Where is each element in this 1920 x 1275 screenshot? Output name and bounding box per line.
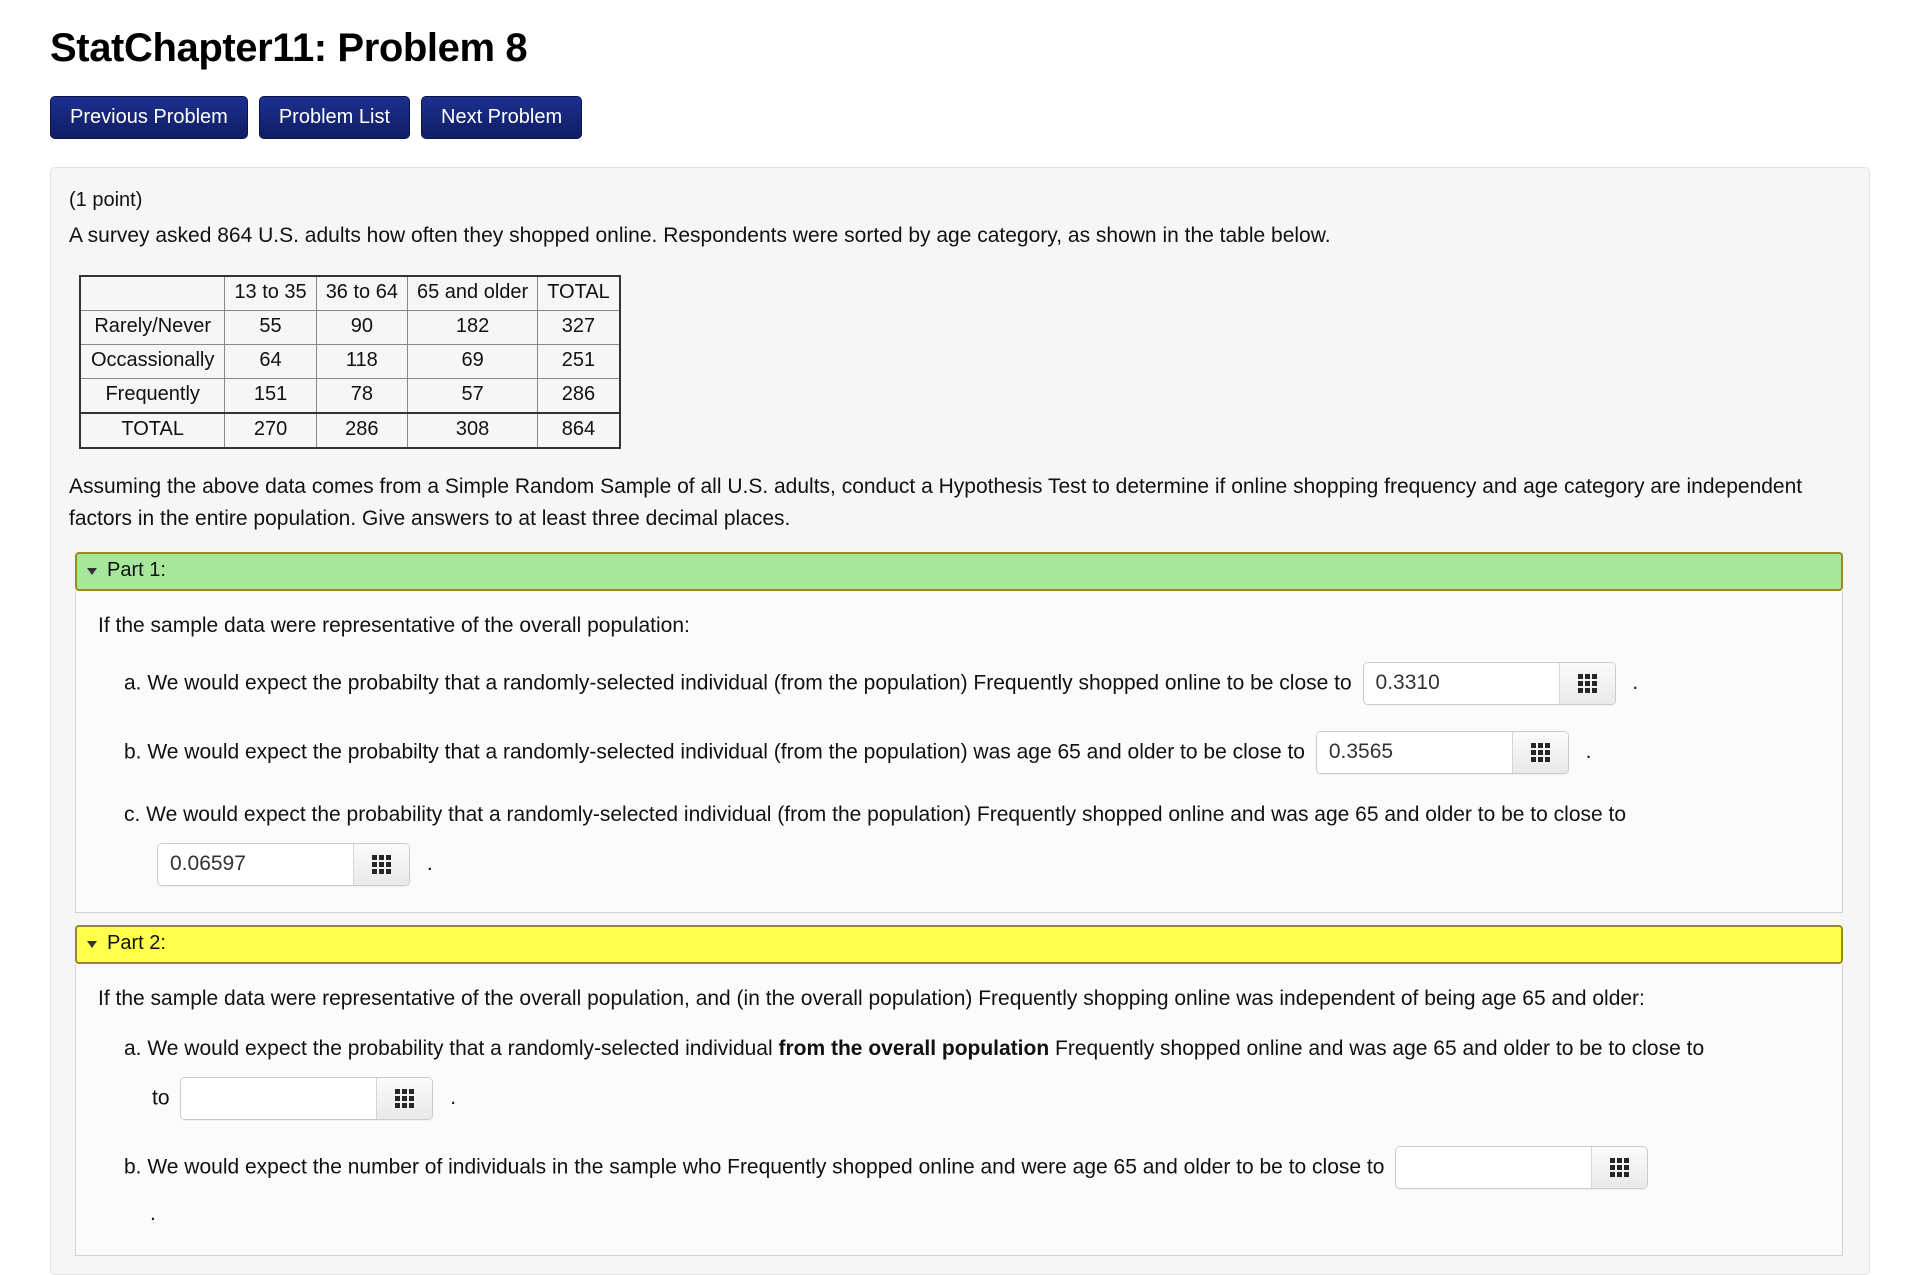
part-1-question-c-text: c. We would expect the probability that …	[124, 803, 1627, 827]
part-2-header[interactable]: Part 2:	[75, 924, 1843, 964]
part-2-answer-a-input[interactable]	[181, 1077, 377, 1119]
cell-total-65-plus: 308	[406, 412, 539, 449]
part-2-question-b: b. We would expect the number of individ…	[98, 1145, 1820, 1229]
part-1-body: If the sample data were representative o…	[75, 591, 1843, 913]
part-1-answer-a-widget[interactable]	[1362, 661, 1616, 705]
part-2-answer-b-widget[interactable]	[1395, 1145, 1649, 1189]
triangle-down-icon	[87, 568, 97, 576]
part-2-question-a: a. We would expect the probability that …	[98, 1034, 1820, 1120]
part-1-answer-a-period: .	[1632, 670, 1639, 694]
calculator-grid-icon	[1530, 742, 1550, 762]
contingency-table: 13 to 35 36 to 64 65 and older TOTAL Rar…	[79, 275, 621, 450]
table-corner-cell	[80, 275, 226, 312]
part-1-question-b: b. We would expect the probabilty that a…	[98, 730, 1820, 774]
part-1-label: Part 1:	[107, 559, 166, 582]
part-1-header[interactable]: Part 1:	[75, 552, 1843, 592]
column-header-age-65-plus: 65 and older	[406, 275, 539, 312]
row-header-frequently: Frequently	[79, 378, 226, 414]
part-1-answer-c-period: .	[426, 851, 433, 875]
cell-occassionally-36-64: 118	[315, 344, 408, 380]
part-1-question-c: c. We would expect the probability that …	[98, 800, 1820, 886]
cell-frequently-13-35: 151	[224, 378, 317, 414]
cell-grand-total: 864	[537, 412, 621, 449]
part-2-answer-a-line: to .	[124, 1076, 1820, 1120]
row-header-rarely-never: Rarely/Never	[79, 310, 226, 346]
table-row: TOTAL 270 286 308 864	[79, 412, 621, 449]
part-1-question-a-text: a. We would expect the probabilty that a…	[124, 671, 1352, 695]
part-2-answer-b-period: .	[150, 1201, 156, 1225]
part-2-answer-a-widget[interactable]	[180, 1076, 434, 1120]
cell-total-36-64: 286	[315, 412, 408, 449]
part-1-answer-b-widget[interactable]	[1315, 730, 1569, 774]
calculator-grid-icon-button-1c[interactable]	[353, 843, 409, 885]
previous-problem-button[interactable]: Previous Problem	[50, 96, 248, 139]
row-header-occassionally: Occassionally	[79, 344, 226, 380]
row-header-total: TOTAL	[79, 412, 226, 449]
part-1-answer-c-line: .	[124, 842, 1820, 886]
part-1-question-a: a. We would expect the probabilty that a…	[98, 661, 1820, 705]
table-header-row: 13 to 35 36 to 64 65 and older TOTAL	[80, 275, 621, 312]
cell-rarely-13-35: 55	[224, 310, 317, 346]
table-row: Rarely/Never 55 90 182 327	[79, 310, 621, 346]
cell-rarely-36-64: 90	[315, 310, 408, 346]
part-1-answer-a-input[interactable]	[1363, 662, 1559, 704]
part-2-answer-a-leadin: to	[152, 1085, 170, 1109]
part-2-answer-a-period: .	[450, 1085, 457, 1109]
cell-occassionally-total: 251	[537, 344, 621, 380]
part-1-lead-text: If the sample data were representative o…	[98, 614, 690, 638]
contingency-table-wrapper: 13 to 35 36 to 64 65 and older TOTAL Rar…	[79, 275, 1851, 450]
part-1-answer-c-widget[interactable]	[157, 842, 410, 886]
cell-frequently-total: 286	[537, 378, 621, 414]
table-row: Frequently 151 78 57 286	[79, 378, 621, 414]
problem-navigation: Previous Problem Problem List Next Probl…	[50, 96, 1870, 139]
cell-total-13-35: 270	[224, 412, 317, 449]
part-1-answer-b-period: .	[1585, 739, 1592, 763]
cell-occassionally-65-plus: 69	[406, 344, 539, 380]
problem-intro-text: A survey asked 864 U.S. adults how often…	[69, 224, 1331, 247]
calculator-grid-icon-button-1b[interactable]	[1511, 731, 1568, 773]
part-2-lead-text: If the sample data were representative o…	[98, 986, 1645, 1010]
part-1-answer-b-input[interactable]	[1316, 731, 1512, 773]
cell-frequently-65-plus: 57	[406, 378, 539, 414]
calculator-grid-icon-button-1a[interactable]	[1558, 662, 1615, 704]
column-header-age-36-64: 36 to 64	[315, 275, 408, 312]
part-2-question-a-emphasis: from the overall population	[778, 1036, 1050, 1060]
column-header-age-13-35: 13 to 35	[224, 275, 317, 312]
part-2-label: Part 2:	[107, 931, 166, 954]
table-row: Occassionally 64 118 69 251	[79, 344, 621, 380]
part-1-block: Part 1: If the sample data were represen…	[69, 552, 1851, 913]
assumption-text: Assuming the above data comes from a Sim…	[69, 475, 1803, 530]
problem-panel: (1 point) A survey asked 864 U.S. adults…	[50, 167, 1870, 1275]
column-header-total: TOTAL	[537, 275, 621, 312]
cell-occassionally-13-35: 64	[224, 344, 317, 380]
cell-rarely-total: 327	[537, 310, 621, 346]
cell-rarely-65-plus: 182	[406, 310, 539, 346]
part-2-question-a-text-2: Frequently shopped online and was age 65…	[1049, 1037, 1705, 1061]
part-1-answer-c-input[interactable]	[158, 843, 353, 885]
next-problem-button[interactable]: Next Problem	[421, 96, 583, 139]
part-2-question-a-text-1: a. We would expect the probability that …	[124, 1037, 779, 1061]
calculator-grid-icon	[395, 1088, 415, 1108]
page-title: StatChapter11: Problem 8	[50, 26, 528, 70]
problem-list-button[interactable]: Problem List	[258, 96, 410, 139]
triangle-down-icon	[87, 940, 97, 948]
calculator-grid-icon-button-2a[interactable]	[376, 1077, 433, 1119]
part-2-body: If the sample data were representative o…	[75, 963, 1843, 1257]
part-2-question-b-text: b. We would expect the number of individ…	[124, 1154, 1385, 1178]
calculator-grid-icon	[1577, 673, 1597, 693]
calculator-grid-icon-button-2b[interactable]	[1591, 1146, 1648, 1188]
point-value: (1 point)	[69, 189, 143, 211]
calculator-grid-icon	[1610, 1157, 1630, 1177]
part-2-block: Part 2: If the sample data were represen…	[69, 924, 1851, 1257]
part-2-answer-b-input[interactable]	[1396, 1146, 1592, 1188]
part-1-question-b-text: b. We would expect the probabilty that a…	[124, 740, 1305, 764]
calculator-grid-icon	[372, 854, 391, 874]
cell-frequently-36-64: 78	[315, 378, 408, 414]
